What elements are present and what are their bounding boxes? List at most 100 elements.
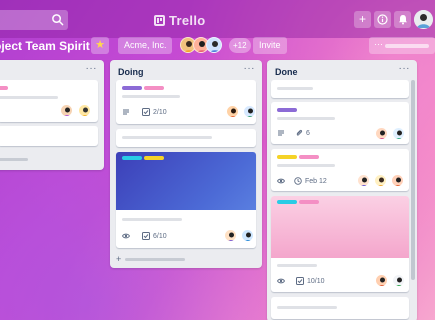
card-member-avatar — [375, 127, 388, 140]
card-member-avatar — [224, 229, 237, 242]
card-title-placeholder — [122, 95, 180, 98]
plus-icon: + — [358, 12, 366, 26]
card-member-avatar — [78, 104, 91, 117]
workspace-button[interactable]: Acme, Inc. — [118, 37, 172, 54]
card-member-avatar — [241, 229, 254, 242]
card[interactable]: 6 — [271, 102, 409, 144]
notifications-button[interactable] — [394, 11, 411, 28]
card[interactable] — [0, 80, 98, 122]
description-icon — [278, 130, 284, 136]
checklist-count: 6/10 — [153, 232, 167, 240]
card-label-yellow — [277, 155, 297, 159]
card-member-avatar — [243, 105, 256, 118]
checklist-count: 10/10 — [307, 277, 325, 285]
card[interactable] — [116, 129, 256, 147]
card-cover — [271, 196, 409, 258]
card[interactable]: Feb 12 — [271, 149, 409, 191]
card-title-placeholder — [277, 164, 335, 167]
watch-eye-icon — [277, 278, 285, 284]
member-count-badge[interactable]: +12 — [229, 38, 251, 53]
card-label-purple — [277, 108, 297, 112]
list-done: Done ··· 6 Feb 12 10/10 — [267, 60, 417, 320]
card-label-cyan — [277, 200, 297, 204]
invite-button[interactable]: Invite — [253, 37, 287, 54]
card[interactable] — [0, 126, 98, 146]
card-title-placeholder — [277, 264, 317, 267]
list-title[interactable]: Done — [275, 67, 298, 77]
attachment-count: 6 — [306, 129, 310, 137]
checklist-count: 2/10 — [153, 108, 167, 116]
add-card-placeholder[interactable] — [0, 158, 28, 161]
list-menu-icon[interactable]: ··· — [399, 63, 411, 74]
card-badges: 6 — [277, 129, 310, 137]
info-button[interactable] — [374, 11, 391, 28]
card[interactable] — [271, 297, 409, 319]
user-avatar[interactable] — [414, 10, 433, 29]
card-member-avatar — [391, 174, 404, 187]
card-title-placeholder — [277, 87, 313, 90]
list-todo: ··· — [0, 60, 104, 170]
card-cover — [116, 152, 256, 210]
card-title-placeholder — [122, 218, 182, 221]
due-date: Feb 12 — [305, 177, 327, 185]
trello-board-icon — [154, 14, 165, 26]
list-menu-icon[interactable]: ··· — [244, 63, 256, 74]
create-button[interactable]: + — [354, 11, 371, 28]
card-member-avatar — [374, 174, 387, 187]
star-button[interactable]: ★ — [91, 37, 109, 54]
list-title[interactable]: Doing — [118, 67, 144, 77]
more-icon: ··· — [374, 39, 383, 49]
card-badges: Feb 12 — [277, 177, 327, 185]
card-with-cover[interactable]: 6/10 — [116, 152, 256, 248]
add-card-label-placeholder — [125, 257, 186, 261]
paperclip-icon — [296, 129, 303, 136]
bell-icon — [398, 15, 407, 25]
card-member-avatar — [226, 105, 239, 118]
trello-logo[interactable]: Trello — [154, 11, 205, 29]
watch-eye-icon — [277, 178, 285, 184]
watch-eye-icon — [122, 233, 130, 239]
card-title-placeholder — [277, 306, 337, 309]
card[interactable]: 2/10 — [116, 80, 256, 124]
card-member-avatar — [357, 174, 370, 187]
info-icon — [377, 14, 388, 25]
checklist-icon — [142, 108, 150, 116]
card-label-cyan — [122, 156, 142, 160]
card-with-cover[interactable]: 10/10 — [271, 196, 409, 292]
list-scrollbar[interactable] — [411, 80, 415, 280]
card-label-pink — [299, 200, 319, 204]
card-title-placeholder — [277, 117, 335, 120]
list-doing: Doing ··· 2/10 6/10 + — [110, 60, 262, 268]
card-title-placeholder — [122, 136, 212, 139]
card-title-placeholder — [0, 96, 58, 99]
top-navigation-bar: Trello + — [0, 0, 435, 38]
member-avatar[interactable] — [206, 37, 222, 53]
search-input[interactable] — [0, 10, 68, 30]
card-member-avatar — [392, 127, 405, 140]
user-avatar-icon — [414, 10, 433, 29]
star-icon: ★ — [95, 39, 105, 51]
search-icon — [52, 14, 64, 26]
clock-icon — [294, 177, 302, 185]
card-badges: 10/10 — [277, 277, 325, 285]
card[interactable] — [271, 80, 409, 98]
board-menu-placeholder — [385, 44, 429, 48]
add-card-button[interactable]: + — [116, 254, 186, 264]
board-title[interactable]: oject Team Spirit — [0, 39, 90, 53]
card-label-pink — [299, 155, 319, 159]
list-menu-icon[interactable]: ··· — [86, 63, 98, 74]
card-label-yellow — [144, 156, 164, 160]
card-badges: 6/10 — [122, 232, 167, 240]
card-label-pink — [144, 86, 164, 90]
card-badges: 2/10 — [122, 108, 167, 116]
card-member-avatar — [392, 274, 405, 287]
card-member-avatar — [375, 274, 388, 287]
checklist-icon — [142, 232, 150, 240]
checklist-icon — [296, 277, 304, 285]
plus-icon: + — [116, 254, 122, 264]
card-member-avatar — [60, 104, 73, 117]
card-label-purple — [122, 86, 142, 90]
board-menu-button[interactable]: ··· — [369, 37, 435, 54]
description-icon — [123, 109, 129, 115]
logo-text: Trello — [169, 12, 206, 28]
